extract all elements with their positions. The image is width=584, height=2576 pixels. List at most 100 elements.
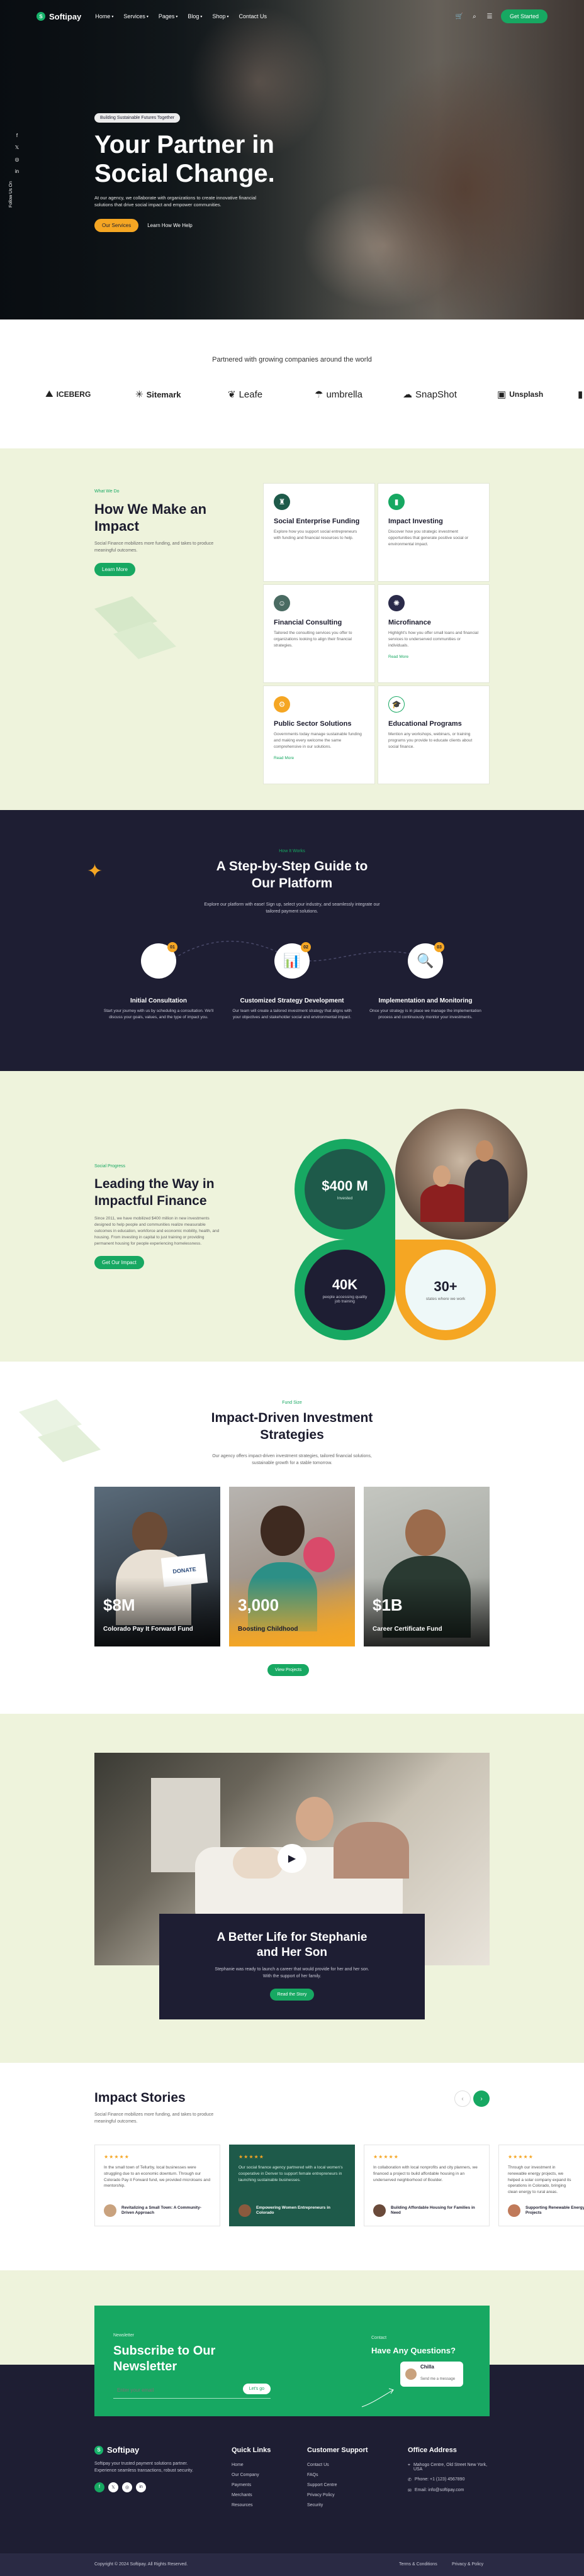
menu-item-blog[interactable]: Blog ▾	[188, 13, 202, 19]
strategy-value: 3,000	[238, 1596, 279, 1614]
step-number: 02	[301, 942, 311, 952]
rating-stars: ★★★★★	[104, 2154, 130, 2160]
linkedin-icon[interactable]: in	[136, 2482, 146, 2492]
service-card-desc: Highlight's how you offer small loans an…	[388, 631, 479, 648]
read-more-link[interactable]: Read More	[388, 655, 479, 659]
rating-stars: ★★★★★	[508, 2154, 534, 2160]
footer-link[interactable]: Home	[232, 2463, 271, 2467]
get-our-impact-button[interactable]: Get Our Impact	[94, 1256, 144, 1270]
footer-link[interactable]: Merchants	[232, 2493, 271, 2497]
contact-chip[interactable]: Chilla Send me a message	[400, 2362, 463, 2387]
view-projects-button[interactable]: View Projects	[267, 1664, 310, 1676]
strategy-card[interactable]: $1B Career Certificate Fund	[364, 1487, 490, 1646]
phone-line[interactable]: ✆ Phone: +1 (123) 4567890	[408, 2477, 490, 2482]
funding-icon: ♜	[274, 494, 290, 510]
linkedin-icon[interactable]: in	[14, 168, 20, 174]
menu-icon[interactable]: ☰	[486, 13, 493, 20]
twitter-icon[interactable]: 𝕏	[108, 2482, 118, 2492]
email-input[interactable]	[113, 2382, 227, 2397]
strategy-value: $8M	[103, 1596, 135, 1614]
read-story-button[interactable]: Read the Story	[269, 1989, 315, 2001]
footer-link[interactable]: Security	[307, 2503, 368, 2507]
contact-name: Chilla	[420, 2364, 434, 2370]
partner-logo-leafe: ❦ Leafe	[228, 389, 263, 401]
partner-logo-sitemark: ✳ Sitemark	[135, 389, 181, 400]
person-photo	[405, 1509, 446, 1556]
terms-link[interactable]: Terms & Conditions	[399, 2562, 437, 2567]
footer-link[interactable]: FAQs	[307, 2473, 368, 2477]
search-icon[interactable]: ⌕	[471, 13, 478, 20]
cart-icon[interactable]: 🛒	[456, 13, 463, 20]
mail-icon: ✉	[408, 2489, 412, 2493]
impact-section: What We Do How We Make an Impact Social F…	[0, 448, 584, 810]
leaf-icon: ❦	[228, 389, 236, 400]
menu-item-services[interactable]: Services ▾	[123, 13, 149, 19]
read-more-link[interactable]: Read More	[274, 756, 364, 760]
facebook-icon[interactable]: f	[14, 132, 20, 138]
footer-link[interactable]: Contact Us	[307, 2463, 368, 2467]
play-icon: ▶	[288, 1853, 296, 1864]
contact-block: Contact Have Any Questions? Chilla Send m…	[361, 2331, 472, 2407]
impact-stories-description: Social Finance mobilizes more funding, a…	[94, 2112, 214, 2124]
email-line[interactable]: ✉ Email: info@softipay.com	[408, 2488, 490, 2493]
step-item: Customized Strategy Development Our team…	[229, 997, 355, 1021]
service-card-desc: Explore how you support social entrepren…	[274, 530, 357, 540]
story-description: Stephanie was ready to launch a career t…	[215, 1967, 369, 1979]
prev-arrow-button[interactable]: ‹	[454, 2090, 471, 2107]
stat-value: 40K	[332, 1276, 358, 1292]
testimonial-card[interactable]: ★★★★★ In the small town of Tellurby, loc…	[94, 2145, 220, 2226]
facebook-icon[interactable]: f	[94, 2482, 104, 2492]
menu-item-contact[interactable]: Contact Us	[239, 13, 267, 19]
play-video-button[interactable]: ▶	[278, 1844, 306, 1873]
service-card[interactable]: 🎓 Educational Programs Mention any works…	[378, 686, 490, 784]
menu-item-pages[interactable]: Pages ▾	[159, 13, 178, 19]
stat-states: 30+ states where we work	[395, 1240, 496, 1340]
footer-link[interactable]: Privacy Policy	[307, 2493, 368, 2497]
footer-link[interactable]: Support Centre	[307, 2483, 368, 2487]
hero-title: Your Partner in Social Change.	[94, 130, 275, 188]
testimonial-card[interactable]: ★★★★★ Through our investment in renewabl…	[498, 2145, 584, 2226]
logo-icon: S	[36, 12, 45, 21]
instagram-icon[interactable]: ◎	[122, 2482, 132, 2492]
service-card-title: Impact Investing	[388, 518, 443, 525]
footer-link[interactable]: Resources	[232, 2503, 271, 2507]
testimonial-card[interactable]: ★★★★★ Our social finance agency partnere…	[229, 2145, 355, 2226]
brand-logo[interactable]: S Softipay	[36, 12, 81, 21]
subscribe-button[interactable]: Let's go	[242, 2384, 271, 2394]
next-arrow-button[interactable]: ›	[473, 2090, 490, 2107]
story-title: A Better Life for Stephanie and Her Son	[216, 1931, 368, 1959]
footer-brand[interactable]: S Softipay	[94, 2445, 208, 2455]
twitter-icon[interactable]: 𝕏	[14, 144, 20, 150]
service-card-title: Public Sector Solutions	[274, 720, 352, 728]
team-photo	[395, 1109, 527, 1240]
strategy-card[interactable]: 3,000 Boosting Childhood	[229, 1487, 355, 1646]
stat-label: states where we work	[425, 1297, 466, 1301]
menu-item-home[interactable]: Home ▾	[95, 13, 113, 19]
strategy-value: $1B	[373, 1596, 403, 1614]
service-card[interactable]: ⚙ Public Sector Solutions Governments to…	[263, 686, 375, 784]
instagram-icon[interactable]: ◎	[14, 156, 20, 162]
menu-item-shop[interactable]: Shop ▾	[212, 13, 228, 19]
get-started-button[interactable]: Get Started	[500, 9, 548, 23]
stat-label: people accessing quality job training	[322, 1294, 368, 1304]
testimonial-card[interactable]: ★★★★★ In collaboration with local nonpro…	[364, 2145, 490, 2226]
avatar	[239, 2204, 251, 2217]
footer-link[interactable]: Payments	[232, 2483, 271, 2487]
partner-logo-umbrella: ☂ umbrella	[315, 389, 362, 401]
service-card[interactable]: ▮ Impact Investing Discover how you stra…	[378, 483, 490, 582]
learn-more-button[interactable]: Learn More	[94, 563, 135, 576]
footer-link[interactable]: Our Company	[232, 2473, 271, 2477]
service-card[interactable]: ✺ Microfinance Highlight's how you offer…	[378, 584, 490, 683]
learn-how-link[interactable]: Learn How We Help	[147, 223, 192, 228]
our-services-button[interactable]: Our Services	[94, 218, 139, 232]
avatar	[405, 2368, 417, 2380]
service-card[interactable]: ♜ Social Enterprise Funding Explore how …	[263, 483, 375, 582]
step-desc: Our team will create a tailored investme…	[232, 1009, 352, 1019]
service-card[interactable]: ☺ Financial Consulting Tailored the cons…	[263, 584, 375, 683]
stat-invested: $400 M Invested	[295, 1139, 395, 1240]
step-title: Implementation and Monitoring	[378, 997, 473, 1004]
testimonial-text: In collaboration with local nonprofits a…	[373, 2165, 478, 2182]
strategies-description: Our agency offers impact-driven investme…	[212, 1454, 372, 1465]
strategy-card[interactable]: DONATE $8M Colorado Pay It Forward Fund	[94, 1487, 220, 1646]
privacy-link[interactable]: Privacy & Policy	[452, 2562, 483, 2567]
